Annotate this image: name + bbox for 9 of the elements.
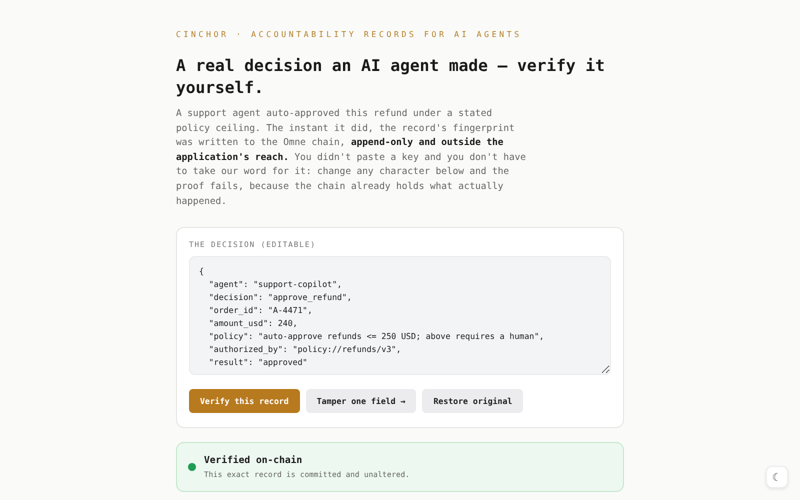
verify-button[interactable]: Verify this record (189, 389, 300, 414)
theme-toggle-button[interactable]: ☾ (766, 466, 788, 488)
intro-paragraph: A support agent auto-approved this refund under a stated policy ceiling. The instant it did, the record's fingerprint was written to the Omne chain, append-only and outside the application's reach. You didn't paste a key and you don't have to take our word for it: change any character below and the proof fails, because the chain already holds what actually happened. (176, 107, 527, 209)
action-button[interactable]: Tamper one field → (306, 389, 416, 414)
eyebrow-text: CINCHOR · ACCOUNTABILITY RECORDS FOR AI AGENTS (176, 30, 523, 39)
action-button[interactable]: Restore original (422, 389, 524, 414)
record-editor[interactable]: { "agent": "support-copilot", "decision": "approve_refund", "order_id": "A-4471", "amount_usd": 240, "policy": "auto-approve refunds <= 250 USD; above requires a human", "authorized_by": "policy://refunds/v3", "result": "approved" (189, 256, 611, 376)
status-title: Verified on-chain (204, 455, 304, 466)
page-heading: A real decision an AI agent made — verify it yourself. (176, 55, 606, 99)
